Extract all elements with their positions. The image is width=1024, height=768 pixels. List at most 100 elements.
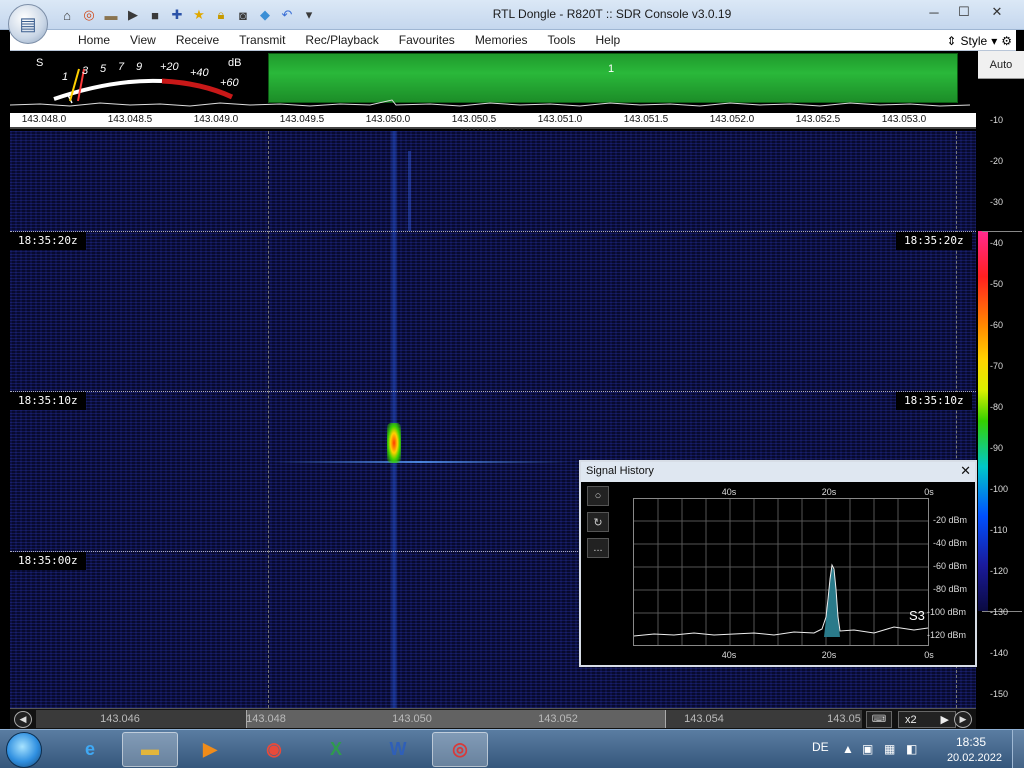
volume-icon[interactable]: ◧: [906, 742, 917, 756]
menu-receive[interactable]: Receive: [166, 30, 229, 51]
s-meter-tick: +60: [220, 77, 239, 89]
scale-tick: -40: [990, 238, 1004, 248]
filter-edge-left[interactable]: [268, 131, 269, 708]
chevron-down-icon: ▾: [991, 33, 998, 48]
frequency-label: 143.053.0: [881, 114, 927, 125]
scroll-left-button[interactable]: ◀: [14, 711, 32, 728]
windows-taskbar: e ▬ ▶ ◉ X W ◎ DE ▲ ▣ ▦ ◧ 18:35 20.02.202…: [0, 729, 1024, 768]
style-selector[interactable]: ⇕ Style ▾ ⚙: [946, 30, 1012, 51]
history-axis-bottom-label: 20s: [821, 650, 837, 660]
zoom-selector[interactable]: x2 ▶: [898, 711, 956, 728]
window-title: RTL Dongle - R820T :: SDR Console v3.0.1…: [492, 7, 732, 21]
sdr-console-taskbar-icon[interactable]: ◎: [432, 732, 488, 767]
scale-marker-top[interactable]: [982, 231, 1022, 232]
scale-tick: -80: [990, 402, 1004, 412]
history-y-label: -100 dBm: [927, 607, 967, 617]
clock-time[interactable]: 18:35: [956, 735, 986, 749]
keyboard-icon[interactable]: ⌨: [866, 711, 892, 728]
word-icon[interactable]: W: [370, 732, 426, 767]
menu-tools[interactable]: Tools: [538, 30, 586, 51]
time-gridline: [10, 391, 976, 392]
history-y-label: -20 dBm: [933, 515, 968, 525]
time-tag-left: 18:35:00z: [10, 552, 86, 570]
color-gradient-bar[interactable]: [978, 231, 988, 611]
record-icon[interactable]: ○: [587, 486, 609, 506]
clock-date[interactable]: 20.02.2022: [947, 752, 1002, 764]
history-axis-top-label: 20s: [821, 487, 837, 497]
device-icon[interactable]: ▣: [862, 742, 873, 756]
scroll-frequency-label: 143.050: [392, 713, 432, 725]
history-y-label: -80 dBm: [933, 584, 968, 594]
show-hidden-icons-icon[interactable]: ▲: [842, 742, 854, 756]
time-gridline: [10, 231, 976, 232]
scroll-frequency-label: 143.052: [538, 713, 578, 725]
s-meter-tick: +40: [190, 67, 209, 79]
more-options-icon[interactable]: ...: [587, 538, 609, 558]
scale-tick: -140: [990, 648, 1009, 658]
scale-tick: -100: [990, 484, 1009, 494]
menu-favourites[interactable]: Favourites: [389, 30, 465, 51]
menu-rec-playback[interactable]: Rec/Playback: [295, 30, 388, 51]
history-y-label: -40 dBm: [933, 538, 968, 548]
scale-tick: -70: [990, 361, 1004, 371]
maximize-button[interactable]: ☐: [950, 2, 978, 22]
frequency-label: 143.052.5: [795, 114, 841, 125]
spectrum-trace: [9, 99, 971, 107]
scale-tick: -60: [990, 320, 1004, 330]
s-meter-db-label: dB: [228, 57, 242, 69]
s-meter-tick: 3: [82, 65, 89, 77]
signal-history-header[interactable]: Signal History ✕: [581, 462, 975, 482]
scroll-track[interactable]: 143.046 143.048 143.050 143.052 143.054 …: [36, 710, 862, 728]
scroll-frequency-label: 143.046: [100, 713, 140, 725]
style-label: Style: [960, 33, 988, 48]
menu-view[interactable]: View: [120, 30, 166, 51]
scale-tick: -30: [990, 197, 1004, 207]
menu-transmit[interactable]: Transmit: [229, 30, 295, 51]
application-menu-button[interactable]: ▤: [8, 4, 48, 44]
signal-history-plot: [633, 499, 929, 645]
history-axis-top-label: 40s: [721, 487, 737, 497]
file-explorer-icon[interactable]: ▬: [122, 732, 178, 767]
scale-tick: -50: [990, 279, 1004, 289]
signal-history-toolbar: ○ ↻ ...: [587, 486, 609, 564]
frequency-label: 143.049.0: [193, 114, 239, 125]
time-tag-right: 18:35:20z: [896, 232, 972, 250]
signal-history-panel: Signal History ✕ ○ ↻ ... 40s 20s 0s -20 …: [579, 460, 977, 667]
excel-icon[interactable]: X: [308, 732, 364, 767]
auto-scale-button[interactable]: Auto: [978, 51, 1024, 79]
show-desktop-button[interactable]: [1012, 730, 1024, 768]
scale-tick: -150: [990, 689, 1009, 699]
time-tag-right: 18:35:10z: [896, 392, 972, 410]
sdr-console-window: ⌂ ◎ ▬ ▶ ■ ✚ ★ 🔒︎ ◙ ◆ ↶ ▾ RTL Dongle - R8…: [0, 0, 1024, 768]
scroll-thumb[interactable]: [246, 710, 666, 728]
time-tag-left: 18:35:10z: [10, 392, 86, 410]
close-button[interactable]: ✕: [980, 2, 1014, 22]
menu-memories[interactable]: Memories: [465, 30, 538, 51]
menu-home[interactable]: Home: [68, 30, 120, 51]
scale-tick: -20: [990, 156, 1004, 166]
network-icon[interactable]: ▦: [884, 742, 895, 756]
signal-history-close-button[interactable]: ✕: [960, 463, 971, 479]
internet-explorer-icon[interactable]: e: [62, 732, 118, 767]
language-indicator[interactable]: DE: [812, 740, 829, 754]
scale-tick: -120: [990, 566, 1009, 576]
start-button[interactable]: [6, 732, 42, 768]
scroll-right-button[interactable]: ▶: [954, 711, 972, 728]
scale-tick: -10: [990, 115, 1004, 125]
scroll-frequency-label: 143.048: [246, 713, 286, 725]
media-player-icon[interactable]: ▶: [182, 732, 238, 767]
chrome-icon[interactable]: ◉: [246, 732, 302, 767]
refresh-icon[interactable]: ↻: [587, 512, 609, 532]
zoom-value: x2: [905, 713, 917, 726]
frequency-label: 143.048.0: [21, 114, 67, 125]
chevron-right-icon: ▶: [940, 714, 949, 726]
menu-help[interactable]: Help: [586, 30, 631, 51]
signal-s-value: S3: [909, 608, 925, 623]
frequency-label: 143.048.5: [107, 114, 153, 125]
color-scale: Auto -10 -20 -30 -40 -50 -60 -70 -80 -90…: [978, 51, 1024, 708]
time-tag-left: 18:35:20z: [10, 232, 86, 250]
s-meter-tick: +20: [160, 61, 179, 73]
frequency-label: 143.051.0: [537, 114, 583, 125]
minimize-button[interactable]: ─: [920, 2, 948, 22]
secondary-trace: [408, 151, 411, 231]
